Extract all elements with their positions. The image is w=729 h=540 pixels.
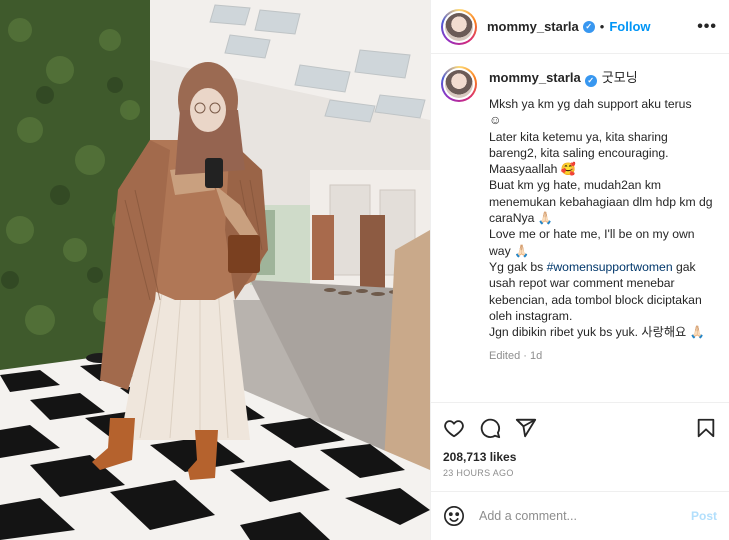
caption-verified-badge-icon: ✓ bbox=[584, 75, 597, 87]
caption-avatar-image bbox=[445, 70, 473, 98]
caption-title: 굿모닝 bbox=[601, 70, 638, 85]
action-bar bbox=[443, 415, 717, 441]
more-options-icon[interactable]: ••• bbox=[697, 18, 717, 36]
post-side-panel: mommy_starla ✓ • Follow ••• mommy_starla… bbox=[430, 0, 729, 540]
caption-text: Mksh ya km yg dah support aku terus ☺ La… bbox=[489, 96, 717, 340]
likes-count[interactable]: 208,713 likes bbox=[443, 450, 717, 464]
bookmark-icon[interactable] bbox=[695, 417, 717, 439]
caption-text-part1: Mksh ya km yg dah support aku terus ☺ La… bbox=[489, 97, 713, 274]
avatar[interactable] bbox=[441, 8, 477, 45]
actions-section: 208,713 likes 23 HOURS AGO bbox=[431, 402, 729, 478]
follow-button[interactable]: Follow bbox=[609, 19, 650, 34]
header-username[interactable]: mommy_starla bbox=[487, 19, 579, 34]
emoji-icon[interactable] bbox=[443, 505, 465, 527]
post-header: mommy_starla ✓ • Follow ••• bbox=[431, 0, 729, 54]
hashtag-link[interactable]: #womensupportwomen bbox=[547, 260, 673, 274]
avatar-image bbox=[445, 12, 473, 41]
caption-body: mommy_starla ✓ 굿모닝 Mksh ya km yg dah suppo… bbox=[489, 66, 717, 402]
caption-avatar[interactable] bbox=[441, 66, 477, 102]
edited-timestamp: Edited · 1d bbox=[489, 350, 543, 363]
caption-section: mommy_starla ✓ 굿모닝 Mksh ya km yg dah suppo… bbox=[431, 54, 729, 402]
verified-badge-icon: ✓ bbox=[582, 20, 595, 33]
post-comment-button[interactable]: Post bbox=[691, 509, 717, 523]
caption-username[interactable]: mommy_starla bbox=[489, 70, 581, 85]
caption-header: mommy_starla ✓ 굿모닝 bbox=[489, 60, 717, 87]
heart-icon[interactable] bbox=[443, 417, 465, 439]
separator-dot: • bbox=[599, 19, 605, 34]
comment-icon[interactable] bbox=[479, 417, 501, 439]
post-photo[interactable] bbox=[0, 0, 430, 540]
post-timestamp[interactable]: 23 HOURS AGO bbox=[443, 468, 717, 478]
comment-input[interactable] bbox=[479, 509, 691, 523]
share-icon[interactable] bbox=[515, 417, 537, 439]
post-photo-image bbox=[0, 0, 430, 540]
add-comment-bar: Post bbox=[431, 491, 729, 540]
